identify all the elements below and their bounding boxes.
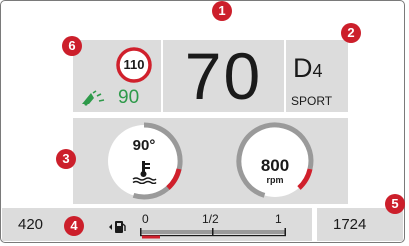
- fuel-level-bar: [140, 228, 286, 239]
- temperature-value: 90°: [132, 137, 156, 154]
- drive-mode-label: SPORT: [291, 94, 333, 108]
- marker-6: 6: [62, 36, 82, 56]
- eco-speed-value: 90: [118, 87, 140, 108]
- gear-letter: D: [293, 53, 313, 83]
- coolant-temperature-icon: [132, 161, 157, 184]
- gear-number: 4: [312, 61, 323, 81]
- marker-2: 2: [341, 23, 361, 43]
- speed-value: 70: [184, 39, 263, 113]
- marker-1: 1: [212, 1, 232, 21]
- fuel-scale-full: 1: [275, 212, 282, 226]
- range-value: 420: [18, 216, 44, 233]
- fuel-pump-icon: [109, 221, 126, 233]
- rpm-value: 800: [260, 156, 290, 175]
- odometer-value: 1724: [333, 216, 367, 233]
- fuel-scale-empty: 0: [142, 212, 149, 226]
- fuel-scale-half: 1/2: [202, 212, 219, 226]
- eco-driving-icon: [82, 90, 105, 106]
- marker-4: 4: [64, 216, 84, 236]
- marker-3: 3: [56, 149, 76, 169]
- marker-5: 5: [385, 194, 405, 214]
- gear-indicator: D4: [293, 53, 323, 86]
- rpm-unit: rpm: [266, 175, 284, 185]
- speed-limit-value: 110: [123, 57, 145, 72]
